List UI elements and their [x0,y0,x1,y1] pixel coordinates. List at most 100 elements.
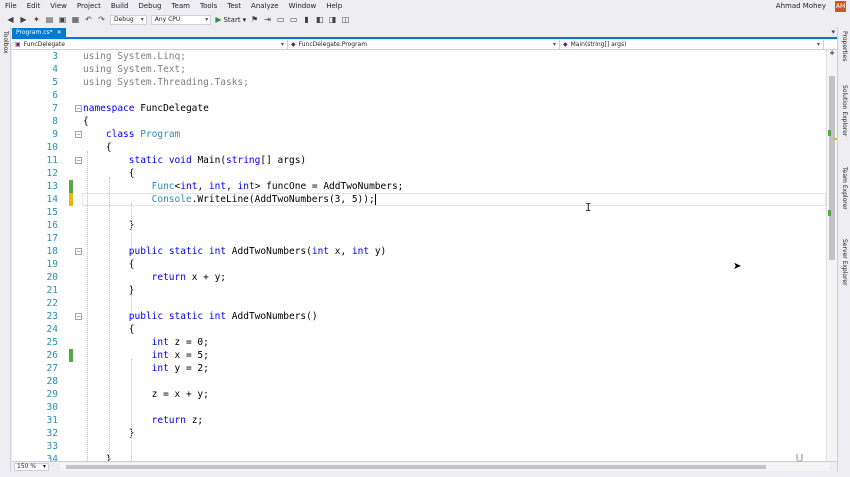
new-project-icon[interactable]: ✦ [32,14,41,25]
comment-icon[interactable]: ▭ [276,14,285,25]
menu-debug[interactable]: Debug [133,0,166,13]
menu-test[interactable]: Test [222,0,246,13]
browser-link-icon[interactable]: ⚑ [250,14,259,25]
configuration-select[interactable]: Debug [110,14,147,25]
code-line[interactable]: 31 return z; [12,414,826,427]
menu-view[interactable]: View [45,0,72,13]
code-line[interactable]: 32 } [12,427,826,440]
server-explorer-tab[interactable]: Server Explorer [841,239,848,286]
member-dropdown[interactable]: ◆ Main(string[] args) ▾ [560,40,824,50]
code-line[interactable]: 24 { [12,323,826,336]
code-text: using System.Linq; [83,51,186,62]
code-line[interactable]: 30 [12,401,826,414]
code-line[interactable]: 7 − namespace FuncDelegate [12,102,826,115]
step-icon[interactable]: ⇥ [263,14,272,25]
class-dropdown[interactable]: ◆ FuncDelegate.Program ▾ [288,40,560,50]
code-line[interactable]: 14 Console.WriteLine(AddTwoNumbers(3, 5)… [12,193,826,206]
horizontal-scrollbar[interactable] [60,463,830,471]
collapse-icon[interactable]: − [75,248,82,255]
collapse-icon[interactable]: − [75,131,82,138]
open-icon[interactable]: ▤ [45,14,54,25]
line-number: 4 [52,64,58,75]
scrollbar-thumb[interactable] [829,76,835,260]
toolbox-tab[interactable]: Toolbox [2,31,9,54]
bookmark-icon[interactable]: ▮ [302,14,311,25]
zoom-select[interactable]: 150 % [14,463,50,471]
code-line[interactable]: 21 } [12,284,826,297]
user-name[interactable]: Ahmad Mohey [776,0,826,13]
menu-project[interactable]: Project [72,0,106,13]
code-line[interactable]: 34 } [12,453,826,461]
code-line[interactable]: 26 int x = 5; [12,349,826,362]
project-dropdown[interactable]: ▣ FuncDelegate ▾ [12,40,288,50]
line-number: 16 [46,220,58,231]
menu-file[interactable]: File [0,0,22,13]
menu-window[interactable]: Window [284,0,322,13]
collapse-icon[interactable]: − [75,313,82,320]
redo-icon[interactable]: ↷ [97,14,106,25]
save-icon[interactable]: ▣ [58,14,67,25]
class-icon: ◆ [291,41,296,48]
menu-team[interactable]: Team [166,0,195,13]
code-line[interactable]: 5 using System.Threading.Tasks; [12,76,826,89]
code-line[interactable]: 25 int z = 0; [12,336,826,349]
forward-icon[interactable]: ▶ [19,14,28,25]
collapse-icon[interactable]: − [75,105,82,112]
start-button[interactable]: ▶ Start ▾ [215,15,246,24]
uncomment-icon[interactable]: ▭ [289,14,298,25]
code-line[interactable]: 6 [12,89,826,102]
save-all-icon[interactable]: ▦ [71,14,80,25]
next-bookmark-icon[interactable]: ◨ [328,14,337,25]
code-editor[interactable]: 3 using System.Linq; 4 using System.Text; 5 u… [12,50,826,461]
code-line[interactable]: 16 } [12,219,826,232]
indent-guide [131,294,132,320]
code-line[interactable]: 11 − static void Main(string[] args) [12,154,826,167]
tab-list-icon[interactable]: ▾ [831,28,835,37]
menu-analyze[interactable]: Analyze [246,0,284,13]
collapse-icon[interactable]: − [75,157,82,164]
code-text: z = x + y; [83,389,209,400]
split-icon[interactable]: ✚ [827,50,837,58]
menu-tools[interactable]: Tools [195,0,222,13]
code-line[interactable]: 23 − public static int AddTwoNumbers() [12,310,826,323]
code-line[interactable]: 9 − class Program [12,128,826,141]
code-line[interactable]: 27 int y = 2; [12,362,826,375]
back-icon[interactable]: ◀ [6,14,15,25]
chevron-down-icon[interactable]: ▾ [243,16,247,24]
indent-guide [109,177,110,461]
code-line[interactable]: 33 [12,440,826,453]
prev-bookmark-icon[interactable]: ◧ [315,14,324,25]
tab-program-cs[interactable]: Program.cs* ✕ [12,28,66,37]
line-number: 12 [46,168,58,179]
clear-bookmarks-icon[interactable]: ◫ [341,14,350,25]
menu-help[interactable]: Help [321,0,347,13]
code-line[interactable]: 15 [12,206,826,219]
avatar[interactable]: AM [835,1,846,12]
properties-tab[interactable]: Properties [841,31,848,61]
platform-select[interactable]: Any CPU [150,14,212,25]
close-icon[interactable]: ✕ [57,28,62,37]
scrollbar-thumb[interactable] [66,465,766,469]
code-line[interactable]: 13 Func<int, int, int> funcOne = AddTwoN… [12,180,826,193]
menu-build[interactable]: Build [106,0,134,13]
code-line[interactable]: 17 [12,232,826,245]
code-line[interactable]: 22 [12,297,826,310]
code-line[interactable]: 3 using System.Linq; [12,50,826,63]
code-line[interactable]: 12 { [12,167,826,180]
code-line[interactable]: 8{ [12,115,826,128]
code-line[interactable]: 20 return x + y; [12,271,826,284]
code-line[interactable]: 19 { [12,258,826,271]
menu-edit[interactable]: Edit [22,0,46,13]
line-number: 17 [46,233,58,244]
vertical-scrollbar[interactable]: ✚ [826,50,837,461]
team-explorer-tab[interactable]: Team Explorer [841,167,848,210]
code-text: using System.Threading.Tasks; [83,77,249,88]
code-line[interactable]: 4 using System.Text; [12,63,826,76]
change-marker [69,180,73,193]
undo-icon[interactable]: ↶ [84,14,93,25]
code-line[interactable]: 18 − public static int AddTwoNumbers(int … [12,245,826,258]
solution-explorer-tab[interactable]: Solution Explorer [841,85,848,136]
code-line[interactable]: 28 [12,375,826,388]
code-line[interactable]: 29 z = x + y; [12,388,826,401]
code-line[interactable]: 10 { [12,141,826,154]
